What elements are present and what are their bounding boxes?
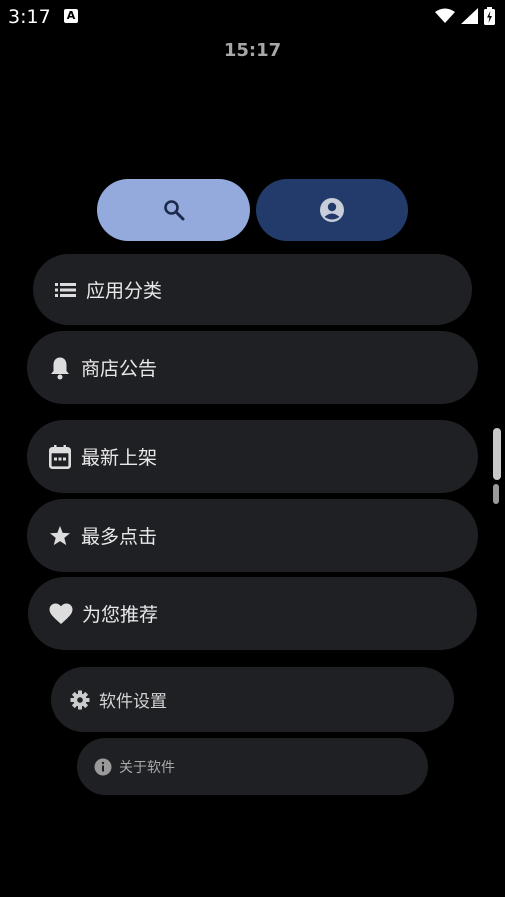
- status-time: 3:17: [8, 6, 51, 28]
- menu-item-label: 应用分类: [86, 280, 163, 302]
- a-badge-icon: A: [64, 9, 78, 23]
- menu-item-new-arrivals[interactable]: 最新上架: [27, 420, 478, 493]
- star-icon: [49, 525, 71, 547]
- bell-icon: [49, 356, 71, 380]
- wifi-icon: [435, 8, 455, 23]
- menu-item-announcements[interactable]: 商店公告: [27, 331, 478, 404]
- account-circle-icon: [320, 198, 344, 222]
- scrollbar-track-end: [493, 484, 499, 504]
- menu-item-recommended[interactable]: 为您推荐: [28, 577, 477, 650]
- scrollbar-thumb[interactable]: [493, 428, 501, 480]
- menu-item-label: 关于软件: [119, 759, 175, 776]
- info-icon: [94, 758, 112, 776]
- battery-charging-icon: [484, 7, 495, 25]
- calendar-icon: [49, 444, 71, 469]
- heart-icon: [49, 603, 73, 625]
- menu-item-label: 为您推荐: [82, 604, 159, 626]
- menu-item-most-clicked[interactable]: 最多点击: [27, 499, 478, 572]
- signal-icon: [461, 8, 478, 24]
- profile-button[interactable]: [256, 179, 408, 241]
- clock: 15:17: [223, 40, 282, 61]
- menu-item-label: 软件设置: [99, 692, 167, 712]
- search-button[interactable]: [97, 179, 250, 241]
- menu-item-settings[interactable]: 软件设置: [51, 667, 454, 732]
- menu-item-categories[interactable]: 应用分类: [33, 254, 472, 325]
- menu-item-label: 最多点击: [81, 526, 158, 548]
- menu-item-about[interactable]: 关于软件: [77, 738, 428, 795]
- search-icon: [163, 200, 184, 221]
- status-icons: [435, 7, 495, 25]
- status-bar: 3:17 A: [0, 0, 505, 34]
- menu-item-label: 商店公告: [81, 358, 158, 380]
- menu-item-label: 最新上架: [81, 447, 158, 469]
- gear-icon: [70, 690, 90, 710]
- list-icon: [55, 282, 77, 298]
